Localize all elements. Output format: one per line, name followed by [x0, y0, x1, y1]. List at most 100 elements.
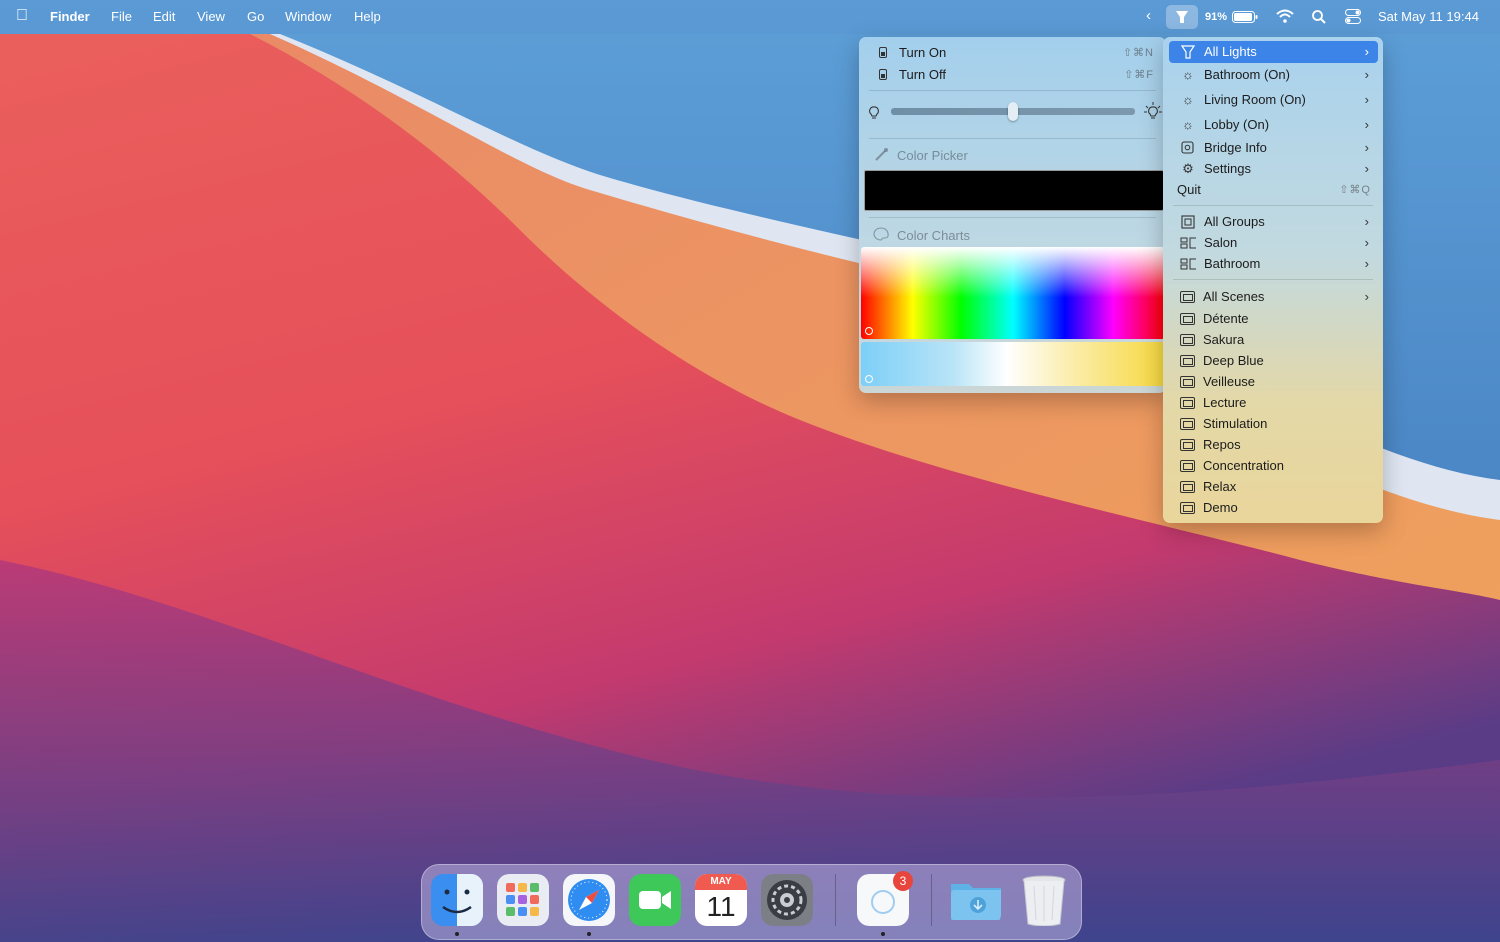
clock[interactable]: Sat May 11 19:44: [1378, 9, 1479, 24]
facetime-icon[interactable]: [629, 874, 681, 926]
chevron-right-icon: ›: [1364, 67, 1369, 82]
menu-item-label: All Lights: [1204, 44, 1257, 59]
menu-item-scene[interactable]: Détente: [1180, 308, 1383, 329]
menu-item-bathroom-group[interactable]: Bathroom ›: [1180, 253, 1383, 274]
menu-item-scene[interactable]: Concentration: [1180, 455, 1383, 476]
menu-item-all-lights[interactable]: All Lights ›: [1180, 41, 1383, 62]
spectrum-selector[interactable]: [865, 327, 873, 335]
chevron-right-icon: ›: [1364, 214, 1369, 229]
wifi-icon[interactable]: [1276, 9, 1294, 23]
lamp-icon: [1176, 11, 1188, 23]
chevron-right-icon: ›: [1364, 117, 1369, 132]
menu-item-scene[interactable]: Lecture: [1180, 392, 1383, 413]
menu-item-scene[interactable]: Deep Blue: [1180, 350, 1383, 371]
trash-icon[interactable]: [1020, 874, 1072, 926]
separator: [869, 90, 1156, 91]
turn-off-item[interactable]: Turn Off ⇧⌘F: [875, 64, 1166, 85]
menu-edit[interactable]: Edit: [153, 9, 175, 24]
quit-label: Quit: [1177, 182, 1201, 197]
separator: [1173, 279, 1373, 280]
menu-item-label: Bathroom (On): [1204, 67, 1290, 82]
running-indicator: [881, 932, 885, 936]
bulb-icon: ☼: [1182, 91, 1194, 107]
scene-icon: [1180, 354, 1195, 367]
palette-icon: [873, 227, 889, 241]
menu-item-all-scenes[interactable]: All Scenes ›: [1180, 286, 1383, 307]
menu-item-scene[interactable]: Demo: [1180, 497, 1383, 518]
safari-icon[interactable]: [563, 874, 615, 926]
menu-item-scene[interactable]: Repos: [1180, 434, 1383, 455]
launchpad-icon[interactable]: [497, 874, 549, 926]
color-picker-label: Color Picker: [897, 148, 968, 163]
turn-on-item[interactable]: Turn On ⇧⌘N: [875, 42, 1166, 63]
scene-icon: [1180, 396, 1195, 409]
menu-item-scene[interactable]: Stimulation: [1180, 413, 1383, 434]
color-temperature-chart[interactable]: [861, 342, 1165, 386]
group-icon: [1181, 214, 1195, 229]
chevron-right-icon: ›: [1364, 92, 1369, 107]
menu-item-label: Bathroom: [1204, 256, 1261, 271]
control-center-icon[interactable]: [1345, 9, 1361, 24]
scene-icon: [1180, 480, 1195, 493]
menu-item-settings[interactable]: ⚙ Settings ›: [1180, 158, 1383, 179]
scene-icon: [1180, 459, 1195, 472]
lights-menu: All Lights › ☼ Bathroom (On) › ☼ Living …: [1163, 37, 1383, 523]
menu-item-lobby-on[interactable]: ☼ Lobby (On) ›: [1180, 114, 1383, 135]
separator: [869, 217, 1156, 218]
app-name[interactable]: Finder: [50, 9, 90, 24]
menu-item-scene[interactable]: Relax: [1180, 476, 1383, 497]
group-icon: [1180, 237, 1196, 248]
dock-divider: [931, 874, 932, 926]
turn-on-label: Turn On: [899, 45, 947, 60]
switch-off-icon: [879, 69, 887, 80]
running-indicator: [455, 932, 459, 936]
scene-icon: [1180, 375, 1195, 388]
temperature-selector[interactable]: [865, 375, 873, 383]
apple-icon[interactable]: : [16, 7, 28, 25]
menu-item-living-room-on[interactable]: ☼ Living Room (On) ›: [1180, 89, 1383, 110]
menu-window[interactable]: Window: [285, 9, 331, 24]
menu-item-label: Settings: [1204, 161, 1251, 176]
menu-item-scene[interactable]: Veilleuse: [1180, 371, 1383, 392]
chevron-left-icon[interactable]: ‹: [1146, 7, 1151, 24]
running-indicator: [587, 932, 591, 936]
battery-icon[interactable]: [1232, 11, 1258, 23]
chevron-right-icon: ›: [1364, 140, 1369, 155]
chevron-right-icon: ›: [1364, 235, 1369, 250]
gear-icon: ⚙: [1182, 160, 1194, 176]
scene-icon: [1180, 438, 1195, 451]
menu-view[interactable]: View: [197, 9, 225, 24]
menu-item-bathroom-on[interactable]: ☼ Bathroom (On) ›: [1180, 64, 1383, 85]
search-icon[interactable]: [1312, 10, 1326, 24]
bulb-bright-icon: [1144, 102, 1162, 119]
finder-icon[interactable]: [431, 874, 483, 926]
calendar-month: MAY: [695, 874, 747, 890]
menu-item-scene[interactable]: Sakura: [1180, 329, 1383, 350]
menu-item-all-groups[interactable]: All Groups ›: [1180, 211, 1383, 232]
menu-help[interactable]: Help: [354, 9, 381, 24]
menu-item-label: Stimulation: [1203, 416, 1268, 431]
menu-item-quit[interactable]: Quit ⇧⌘Q: [1177, 179, 1383, 200]
group-icon: [1180, 258, 1196, 269]
menu-item-bridge-info[interactable]: Bridge Info ›: [1180, 137, 1383, 158]
color-swatch[interactable]: [864, 170, 1164, 211]
menu-item-salon[interactable]: Salon ›: [1180, 232, 1383, 253]
switch-on-icon: [879, 47, 887, 58]
color-charts-label: Color Charts: [897, 228, 970, 243]
system-preferences-icon[interactable]: [761, 874, 813, 926]
color-spectrum-chart[interactable]: [861, 247, 1165, 339]
menu-file[interactable]: File: [111, 9, 132, 24]
calendar-icon[interactable]: MAY 11: [695, 874, 747, 926]
menu-item-label: Lobby (On): [1204, 117, 1270, 132]
downloads-folder-icon[interactable]: [949, 874, 1001, 926]
scene-icon: [1180, 312, 1195, 325]
turn-off-shortcut: ⇧⌘F: [1124, 69, 1154, 81]
scene-icon: [1180, 333, 1195, 346]
menu-item-label: Demo: [1203, 500, 1238, 515]
dock-divider: [835, 874, 836, 926]
brightness-slider-knob[interactable]: [1008, 102, 1018, 121]
quit-shortcut: ⇧⌘Q: [1339, 184, 1371, 196]
bulb-dim-icon: [869, 106, 879, 119]
menu-go[interactable]: Go: [247, 9, 264, 24]
turn-on-shortcut: ⇧⌘N: [1122, 47, 1154, 59]
